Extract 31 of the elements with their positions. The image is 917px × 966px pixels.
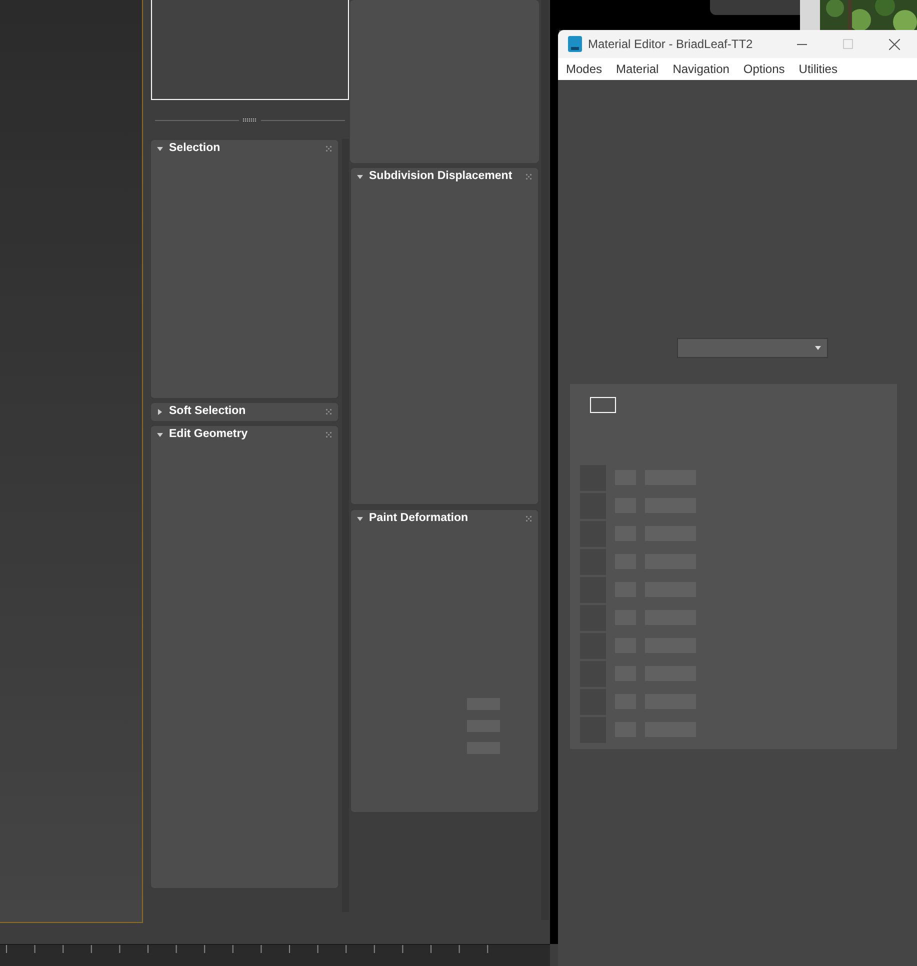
maximize-icon: [843, 39, 853, 49]
grip-icon[interactable]: [326, 409, 332, 415]
app-icon: [568, 36, 582, 52]
timeline-ruler[interactable]: [0, 944, 550, 966]
rollout-header[interactable]: Subdivision Displacement: [357, 168, 512, 186]
rollout-header[interactable]: Soft Selection: [157, 403, 246, 421]
rollout-header[interactable]: Edit Geometry: [157, 426, 248, 444]
grip-icon[interactable]: [526, 516, 532, 522]
rollout-header[interactable]: Selection: [157, 140, 220, 158]
color-swatch[interactable]: [590, 397, 616, 413]
caret-down-icon: [815, 346, 821, 350]
close-icon: [888, 38, 900, 50]
grip-icon[interactable]: [526, 174, 532, 180]
scrollbar[interactable]: [541, 0, 549, 920]
caret-down-icon: [357, 516, 363, 522]
grip-icon[interactable]: [326, 432, 332, 438]
caret-down-icon: [357, 174, 363, 180]
caret-right-icon: [157, 409, 163, 415]
menu-item[interactable]: Modes: [566, 60, 602, 78]
menu-item[interactable]: Options: [743, 60, 785, 78]
viewport[interactable]: [0, 0, 143, 923]
resize-handle-icon[interactable]: [243, 118, 257, 122]
caret-down-icon: [157, 432, 163, 438]
window-title: Material Editor - BriadLeaf-TT2: [588, 36, 753, 53]
rollout-header[interactable]: Paint Deformation: [357, 510, 468, 528]
dropdown[interactable]: [677, 338, 828, 358]
menu-item[interactable]: Navigation: [672, 60, 730, 78]
caret-down-icon: [157, 146, 163, 152]
menu-item[interactable]: Material: [616, 60, 659, 78]
grip-icon[interactable]: [326, 146, 332, 152]
menu-item[interactable]: Utilities: [798, 60, 838, 78]
